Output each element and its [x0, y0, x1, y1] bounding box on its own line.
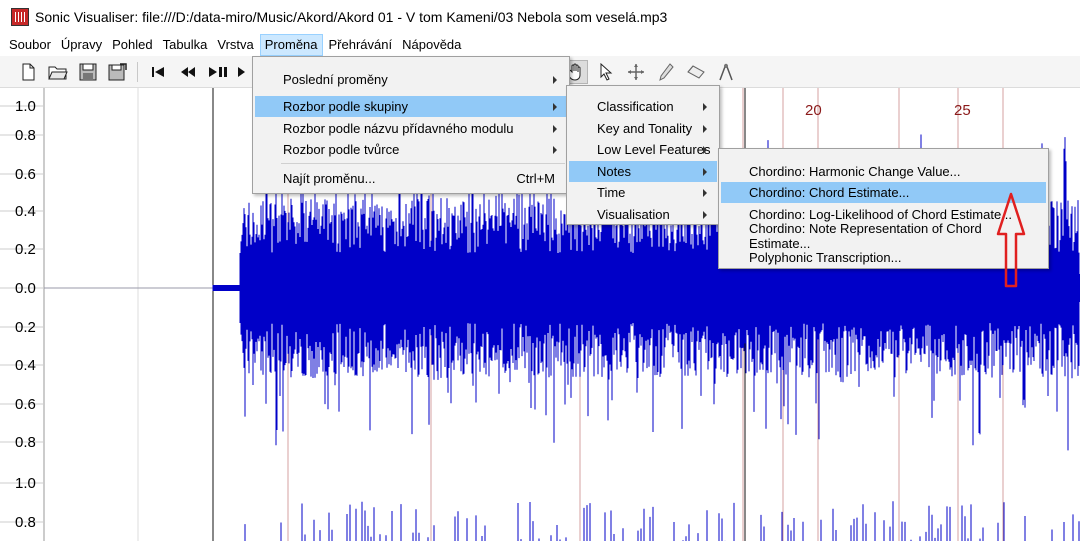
menu-item-recent-transforms[interactable]: Poslední proměny [255, 69, 567, 90]
window-title: Sonic Visualiser: file:///D:/data-miro/M… [35, 9, 668, 25]
menu-item-analysis-by-plugin-name[interactable]: Rozbor podle názvu přídavného modulu [255, 118, 567, 139]
submenu-arrow-icon [703, 167, 707, 176]
fast-forward-icon[interactable] [236, 60, 250, 84]
menu-item-classification[interactable]: Classification [569, 96, 717, 117]
menu-bar: Soubor Úpravy Pohled Tabulka Vrstva Prom… [0, 34, 1080, 56]
menu-item-find-transform[interactable]: Najít proměnu... Ctrl+M [255, 168, 567, 189]
menu-item-analysis-by-category[interactable]: Rozbor podle skupiny [255, 96, 567, 117]
open-folder-icon[interactable] [46, 60, 70, 84]
y-axis-label: 0.2 [15, 319, 36, 336]
menu-item-notes[interactable]: Notes [569, 161, 717, 182]
menu-item-low-level-features[interactable]: Low Level Features [569, 139, 717, 160]
submenu-arrow-icon [703, 188, 707, 197]
y-axis-label: 0.6 [15, 396, 36, 413]
menu-tabulka[interactable]: Tabulka [159, 34, 212, 56]
skip-to-start-icon[interactable] [146, 60, 170, 84]
time-tick-label: 20 [805, 102, 822, 119]
time-tick-label: 25 [954, 102, 971, 119]
lower-channel-trace [244, 501, 1080, 541]
new-file-icon[interactable] [16, 60, 40, 84]
menu-vrstva[interactable]: Vrstva [213, 34, 257, 56]
menu-upravy[interactable]: Úpravy [57, 34, 106, 56]
y-axis-label: 0.4 [15, 203, 36, 220]
measure-compass-icon[interactable] [714, 60, 738, 84]
shortcut-label: Ctrl+M [516, 171, 555, 186]
sonic-visualiser-app-icon [11, 8, 29, 26]
save-icon[interactable] [76, 60, 100, 84]
y-axis-area [0, 88, 44, 541]
y-axis-label: 0.2 [15, 241, 36, 258]
y-axis-label: 0.0 [15, 280, 36, 297]
menu-item-time[interactable]: Time [569, 182, 717, 203]
submenu-arrow-icon [703, 210, 707, 219]
submenu-arrow-icon [553, 145, 557, 154]
menu-prehravani[interactable]: Přehrávání [325, 34, 397, 56]
move-cross-icon[interactable] [624, 60, 648, 84]
transform-menu: Poslední proměny Rozbor podle skupiny Ro… [252, 56, 570, 194]
title-bar: Sonic Visualiser: file:///D:/data-miro/M… [0, 0, 1080, 34]
menu-item-chordino-harmonic-change[interactable]: Chordino: Harmonic Change Value... [721, 161, 1046, 182]
menu-soubor[interactable]: Soubor [5, 34, 55, 56]
rewind-icon[interactable] [176, 60, 200, 84]
submenu-arrow-icon [553, 124, 557, 133]
erase-icon[interactable] [684, 60, 708, 84]
menu-item-analysis-by-maker[interactable]: Rozbor podle tvůrce [255, 139, 567, 160]
y-axis-label: 0.8 [15, 434, 36, 451]
submenu-arrow-icon [553, 75, 557, 84]
select-pointer-icon[interactable] [594, 60, 618, 84]
save-session-icon[interactable] [106, 60, 130, 84]
submenu-arrow-icon [553, 102, 557, 111]
draw-pencil-icon[interactable] [654, 60, 678, 84]
submenu-arrow-icon [703, 145, 707, 154]
menu-separator [281, 163, 565, 164]
menu-napoveda[interactable]: Nápověda [398, 34, 465, 56]
y-axis-label: 1.0 [15, 475, 36, 492]
menu-item-visualisation[interactable]: Visualisation [569, 204, 717, 225]
y-axis-label: 0.8 [15, 127, 36, 144]
waveform-core [240, 274, 1080, 302]
submenu-arrow-icon [703, 124, 707, 133]
menu-promena[interactable]: Proměna [259, 34, 323, 56]
menu-pohled[interactable]: Pohled [108, 34, 156, 56]
y-axis-label: 0.8 [15, 514, 36, 531]
play-pause-icon[interactable] [206, 60, 230, 84]
category-submenu: Classification Key and Tonality Low Leve… [566, 85, 720, 225]
submenu-arrow-icon [703, 102, 707, 111]
red-up-arrow-annotation-icon [996, 192, 1026, 288]
menu-item-key-and-tonality[interactable]: Key and Tonality [569, 118, 717, 139]
y-axis-label: 0.4 [15, 357, 36, 374]
y-axis-label: 0.6 [15, 166, 36, 183]
y-axis-label: 1.0 [15, 98, 36, 115]
